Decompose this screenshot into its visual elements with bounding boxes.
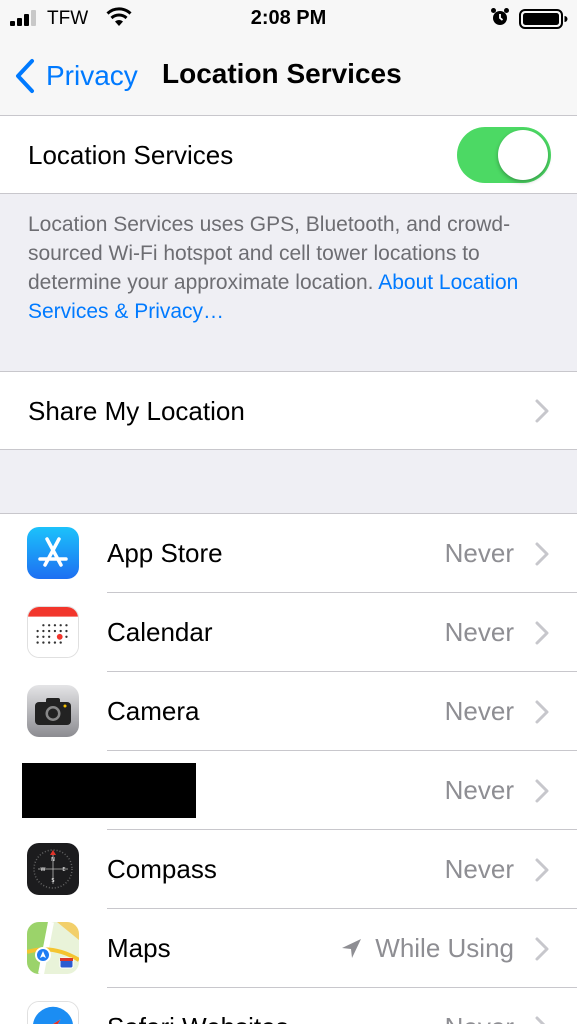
chevron-right-icon	[535, 779, 549, 803]
app-name: Calendar	[107, 617, 213, 647]
navigation-bar: Privacy Location Services	[0, 38, 577, 116]
alarm-icon	[491, 8, 509, 25]
redacted-block	[22, 763, 196, 818]
chevron-right-icon	[535, 858, 549, 882]
location-services-cell: Location Services	[0, 116, 577, 194]
svg-text:S: S	[51, 878, 54, 884]
app-permission: Never	[444, 538, 514, 568]
app-name: Compass	[107, 854, 217, 884]
compass-icon: N S W E	[27, 843, 79, 895]
toggle-knob	[498, 130, 548, 180]
camera-icon	[27, 685, 79, 737]
back-button[interactable]: Privacy	[14, 56, 138, 96]
chevron-right-icon	[535, 937, 549, 961]
app-row-calendar[interactable]: Calendar Never	[0, 593, 577, 672]
app-row-camera[interactable]: Camera Never	[0, 672, 577, 751]
app-row-safari-websites[interactable]: Safari Websites Never	[0, 988, 577, 1024]
app-permission: Never	[444, 854, 514, 884]
chevron-right-icon	[535, 542, 549, 566]
location-services-toggle[interactable]	[457, 127, 551, 183]
location-arrow-icon	[342, 938, 362, 958]
status-bar: TFW 2:08 PM	[0, 0, 577, 38]
app-permission: While Using	[339, 933, 514, 964]
app-name: App Store	[107, 538, 223, 568]
svg-text:W: W	[41, 867, 46, 873]
battery-icon	[519, 9, 568, 29]
chevron-right-icon	[535, 399, 549, 423]
app-permission: Never	[444, 617, 514, 647]
chevron-right-icon	[535, 700, 549, 724]
app-store-icon	[27, 527, 79, 579]
svg-text:E: E	[62, 867, 65, 873]
app-row-maps[interactable]: Maps While Using	[0, 909, 577, 988]
app-permission: Never	[444, 696, 514, 726]
safari-icon	[27, 1001, 79, 1024]
share-my-location-label: Share My Location	[28, 396, 245, 426]
chevron-right-icon	[535, 621, 549, 645]
app-name: Maps	[107, 933, 171, 963]
app-name: Camera	[107, 696, 200, 726]
chevron-right-icon	[535, 1016, 546, 1024]
app-row-compass[interactable]: N S W E Compass Never	[0, 830, 577, 909]
svg-text:N: N	[51, 857, 55, 863]
page-title: Location Services	[162, 58, 402, 89]
location-services-description: Location Services uses GPS, Bluetooth, a…	[28, 210, 558, 326]
calendar-icon	[27, 606, 79, 658]
location-services-label: Location Services	[28, 140, 234, 170]
maps-icon	[27, 922, 79, 974]
back-label: Privacy	[46, 60, 138, 91]
share-my-location-cell[interactable]: Share My Location	[0, 371, 577, 450]
app-list: App Store Never Calendar Never Camera Ne…	[0, 513, 577, 1024]
app-permission: Never	[445, 1012, 514, 1024]
app-permission: Never	[444, 775, 514, 805]
app-row-redacted[interactable]: Never	[0, 751, 577, 830]
app-row-app-store[interactable]: App Store Never	[0, 514, 577, 593]
app-name: Safari Websites	[107, 1012, 289, 1024]
chevron-left-icon	[16, 59, 34, 93]
